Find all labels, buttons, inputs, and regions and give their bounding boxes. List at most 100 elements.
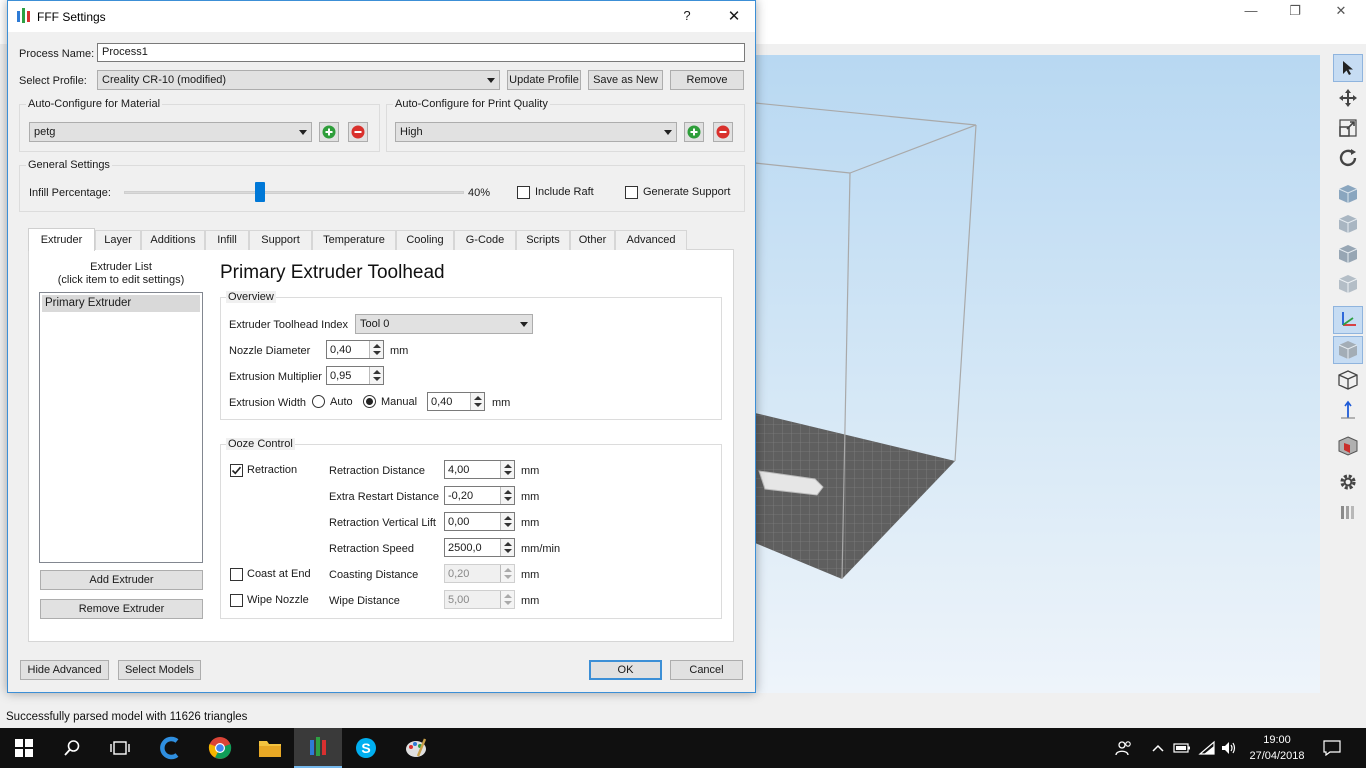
cube-wireframe-icon[interactable] <box>1333 366 1363 394</box>
tab-cooling[interactable]: Cooling <box>396 230 454 250</box>
select-profile-label: Select Profile: <box>19 75 87 87</box>
tab-support[interactable]: Support <box>249 230 312 250</box>
spin-arrows-icon[interactable] <box>470 393 484 410</box>
quality-select[interactable]: High <box>395 122 677 142</box>
ccleaner-icon[interactable] <box>146 728 194 768</box>
spin-arrows-icon[interactable] <box>500 461 514 478</box>
cube-back-icon[interactable] <box>1333 210 1363 238</box>
3d-viewport[interactable] <box>755 55 1320 693</box>
close-icon[interactable]: ✕ <box>714 1 754 32</box>
add-material-button[interactable] <box>319 122 339 142</box>
select-cursor-icon[interactable] <box>1333 54 1363 82</box>
cube-solid-icon[interactable] <box>1333 336 1363 364</box>
notification-icon[interactable] <box>1322 738 1342 758</box>
spin-arrows-icon[interactable] <box>500 539 514 556</box>
tab-g-code[interactable]: G-Code <box>454 230 516 250</box>
cube-left-icon[interactable] <box>1333 240 1363 268</box>
windows-start-icon[interactable] <box>0 728 48 768</box>
wifi-icon[interactable] <box>1197 738 1217 758</box>
extra-restart-distance-stepper[interactable]: -0,20 <box>444 486 515 505</box>
task-view-icon[interactable] <box>96 728 144 768</box>
save-as-new-button[interactable]: Save as New <box>588 70 663 90</box>
cube-cut-icon[interactable] <box>1333 432 1363 460</box>
extrusion-width-manual-radio[interactable] <box>363 395 376 408</box>
spin-arrows-icon[interactable] <box>369 341 383 358</box>
list-item[interactable]: Primary Extruder <box>42 295 200 312</box>
spin-arrows-icon[interactable] <box>500 513 514 530</box>
retraction-distance-stepper[interactable]: 4,00 <box>444 460 515 479</box>
coasting-distance-unit: mm <box>521 569 540 581</box>
cube-right-icon[interactable] <box>1333 270 1363 298</box>
profile-select-value: Creality CR-10 (modified) <box>102 74 227 86</box>
retraction-distance-value: 4,00 <box>448 464 470 476</box>
add-extruder-button[interactable]: Add Extruder <box>40 570 203 590</box>
search-icon[interactable] <box>48 728 96 768</box>
gear-icon[interactable] <box>1333 468 1363 496</box>
close-window-button[interactable]: ✕ <box>1318 0 1364 24</box>
tab-scripts[interactable]: Scripts <box>516 230 570 250</box>
spin-arrows-icon[interactable] <box>500 487 514 504</box>
extrusion-multiplier-stepper[interactable]: 0,95 <box>326 366 384 385</box>
battery-icon[interactable] <box>1172 738 1192 758</box>
simplify3d-icon[interactable] <box>294 728 342 768</box>
cube-front-icon[interactable] <box>1333 180 1363 208</box>
update-profile-button[interactable]: Update Profile <box>507 70 581 90</box>
toolhead-index-select[interactable]: Tool 0 <box>355 314 533 334</box>
include-raft-checkbox[interactable] <box>517 186 530 199</box>
layers-icon[interactable] <box>1333 498 1363 526</box>
ok-button[interactable]: OK <box>589 660 662 680</box>
infill-slider-handle[interactable] <box>255 182 265 202</box>
cancel-button[interactable]: Cancel <box>670 660 743 680</box>
ooze-control-title: Ooze Control <box>226 438 295 450</box>
remove-extruder-button[interactable]: Remove Extruder <box>40 599 203 619</box>
extrusion-width-auto-radio[interactable] <box>312 395 325 408</box>
skype-icon[interactable]: S <box>342 728 390 768</box>
material-select[interactable]: petg <box>29 122 312 142</box>
remove-quality-button[interactable] <box>713 122 733 142</box>
dialog-titlebar[interactable]: FFF Settings ? ✕ <box>8 1 755 32</box>
process-name-input[interactable]: Process1 <box>97 43 745 62</box>
retraction-checkbox[interactable] <box>230 464 243 477</box>
tab-other[interactable]: Other <box>570 230 615 250</box>
clock[interactable]: 19:00 27/04/2018 <box>1242 732 1312 764</box>
scale-icon[interactable] <box>1333 114 1363 142</box>
people-icon[interactable] <box>1114 738 1134 758</box>
profile-select[interactable]: Creality CR-10 (modified) <box>97 70 500 90</box>
select-models-button[interactable]: Select Models <box>118 660 201 680</box>
tab-layer[interactable]: Layer <box>95 230 141 250</box>
restore-button[interactable]: ❐ <box>1272 0 1318 24</box>
hide-advanced-button[interactable]: Hide Advanced <box>20 660 109 680</box>
spin-arrows-icon[interactable] <box>369 367 383 384</box>
paint-icon[interactable] <box>392 728 440 768</box>
tab-infill[interactable]: Infill <box>205 230 249 250</box>
spin-arrows-icon <box>500 591 514 608</box>
volume-icon[interactable] <box>1219 738 1239 758</box>
remove-icon <box>716 125 730 139</box>
chrome-icon[interactable] <box>196 728 244 768</box>
tab-advanced[interactable]: Advanced <box>615 230 687 250</box>
retraction-vertical-lift-stepper[interactable]: 0,00 <box>444 512 515 531</box>
move-icon[interactable] <box>1333 84 1363 112</box>
help-button[interactable]: ? <box>676 5 698 27</box>
wipe-distance-value: 5,00 <box>448 594 470 606</box>
minimize-button[interactable]: — <box>1228 0 1274 24</box>
coast-at-end-checkbox[interactable] <box>230 568 243 581</box>
wipe-nozzle-checkbox[interactable] <box>230 594 243 607</box>
axes-icon[interactable] <box>1333 306 1363 334</box>
add-quality-button[interactable] <box>684 122 704 142</box>
rotate-icon[interactable] <box>1333 144 1363 172</box>
retraction-speed-stepper[interactable]: 2500,0 <box>444 538 515 557</box>
remove-material-button[interactable] <box>348 122 368 142</box>
infill-slider-track[interactable] <box>124 191 464 194</box>
nozzle-diameter-stepper[interactable]: 0,40 <box>326 340 384 359</box>
chevron-up-icon[interactable] <box>1148 738 1168 758</box>
file-explorer-icon[interactable] <box>246 728 294 768</box>
generate-support-checkbox[interactable] <box>625 186 638 199</box>
nozzle-diameter-value: 0,40 <box>330 344 352 356</box>
tab-temperature[interactable]: Temperature <box>312 230 396 250</box>
tab-additions[interactable]: Additions <box>141 230 205 250</box>
remove-profile-button[interactable]: Remove <box>670 70 744 90</box>
tab-extruder[interactable]: Extruder <box>28 228 95 251</box>
extrusion-width-stepper[interactable]: 0,40 <box>427 392 485 411</box>
z-axis-icon[interactable] <box>1333 396 1363 424</box>
